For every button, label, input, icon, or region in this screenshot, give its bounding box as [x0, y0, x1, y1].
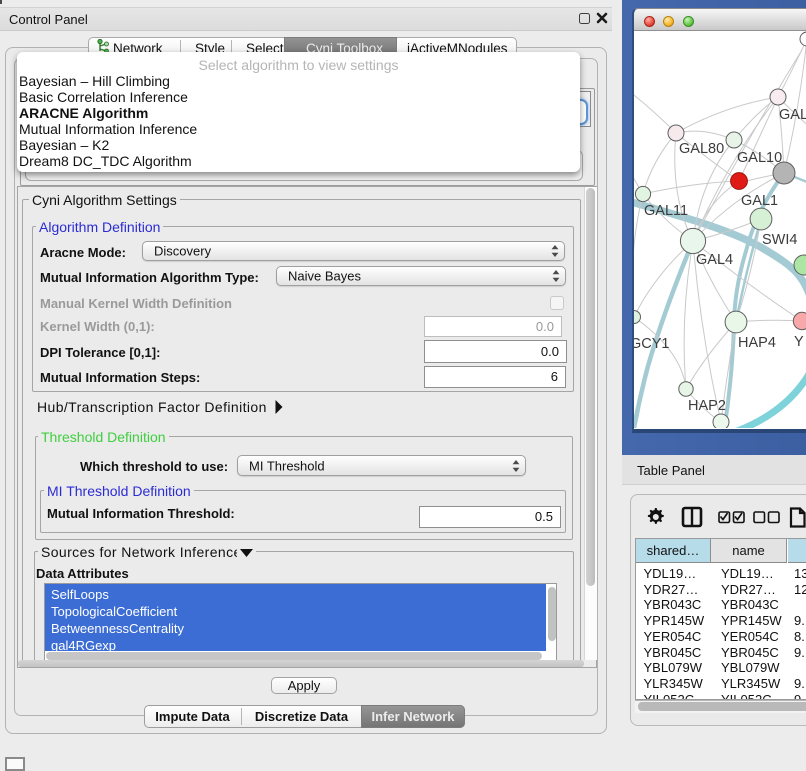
- svg-text:HAP2: HAP2: [688, 398, 726, 414]
- svg-text:GAL11: GAL11: [644, 203, 688, 219]
- svg-text:GAL80: GAL80: [679, 141, 724, 157]
- svg-text:SWI4: SWI4: [762, 232, 797, 248]
- svg-text:GCY1: GCY1: [634, 336, 670, 352]
- svg-text:GAL10: GAL10: [737, 150, 782, 166]
- svg-text:GAL7: GAL7: [779, 107, 806, 123]
- svg-text:HAP4: HAP4: [738, 335, 776, 351]
- svg-text:GAL1: GAL1: [741, 193, 778, 209]
- svg-text:Y: Y: [794, 334, 804, 350]
- svg-text:GAL4: GAL4: [696, 252, 733, 268]
